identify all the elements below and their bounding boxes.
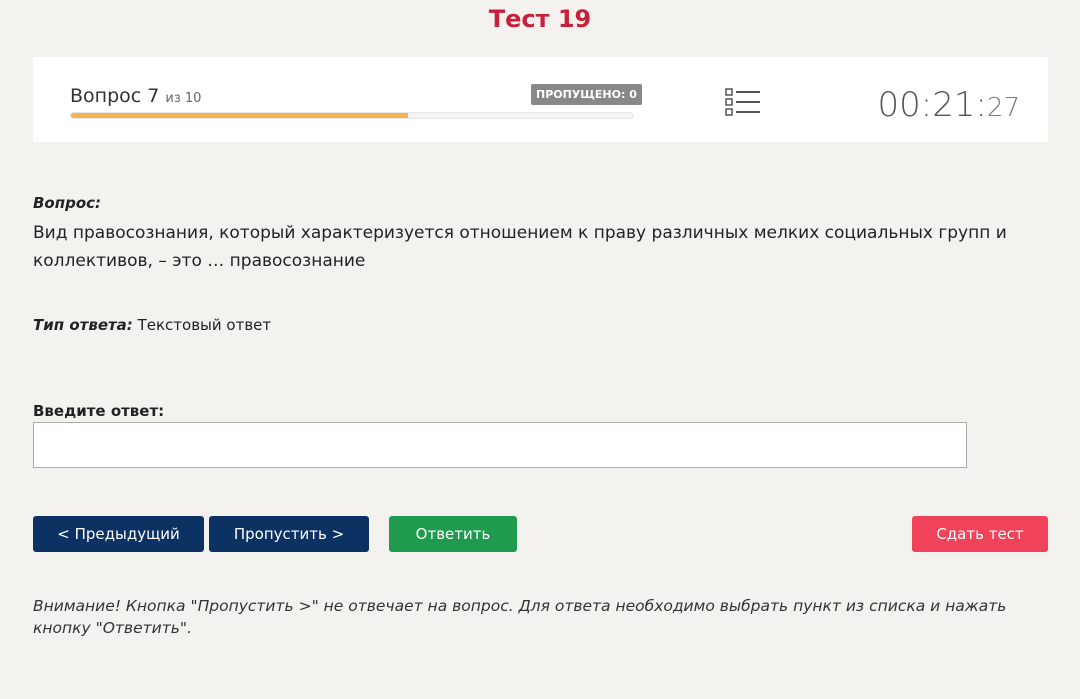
warning-text: Внимание! Кнопка "Пропустить >" не отвеч…: [33, 597, 1007, 637]
page-title: Тест 19: [488, 5, 592, 33]
previous-button[interactable]: < Предыдущий: [33, 516, 204, 552]
skipped-badge: ПРОПУЩЕНО: 0: [531, 84, 642, 105]
skip-button[interactable]: Пропустить >: [209, 516, 369, 552]
question-label: Вопрос:: [33, 194, 102, 212]
question-number: Вопрос 7: [70, 85, 160, 107]
question-list-icon[interactable]: [725, 87, 761, 119]
test-page: Тест 19 Вопрос 7 из 10 ПРОПУЩЕНО: 0 00:2…: [0, 0, 1080, 699]
timer-seconds: 27: [986, 93, 1020, 123]
status-panel: Вопрос 7 из 10 ПРОПУЩЕНО: 0 00:21:27: [33, 57, 1048, 142]
progress-bar: [70, 112, 634, 119]
answer-input-label: Введите ответ:: [33, 402, 165, 420]
answer-button[interactable]: Ответить: [389, 516, 517, 552]
answer-type-value: Текстовый ответ: [137, 316, 272, 334]
answer-type: Тип ответа: Текстовый ответ: [33, 314, 271, 336]
progress-fill: [71, 113, 409, 118]
answer-input[interactable]: [33, 422, 967, 468]
question-text: Вид правосознания, который характеризует…: [33, 223, 1007, 271]
question-total: из 10: [165, 91, 202, 106]
timer-main: 00:21:: [877, 85, 987, 125]
answer-type-label: Тип ответа:: [33, 316, 133, 334]
question-counter: Вопрос 7 из 10: [70, 84, 201, 111]
timer: 00:21:27: [877, 85, 1020, 128]
finish-test-button[interactable]: Сдать тест: [912, 516, 1048, 552]
